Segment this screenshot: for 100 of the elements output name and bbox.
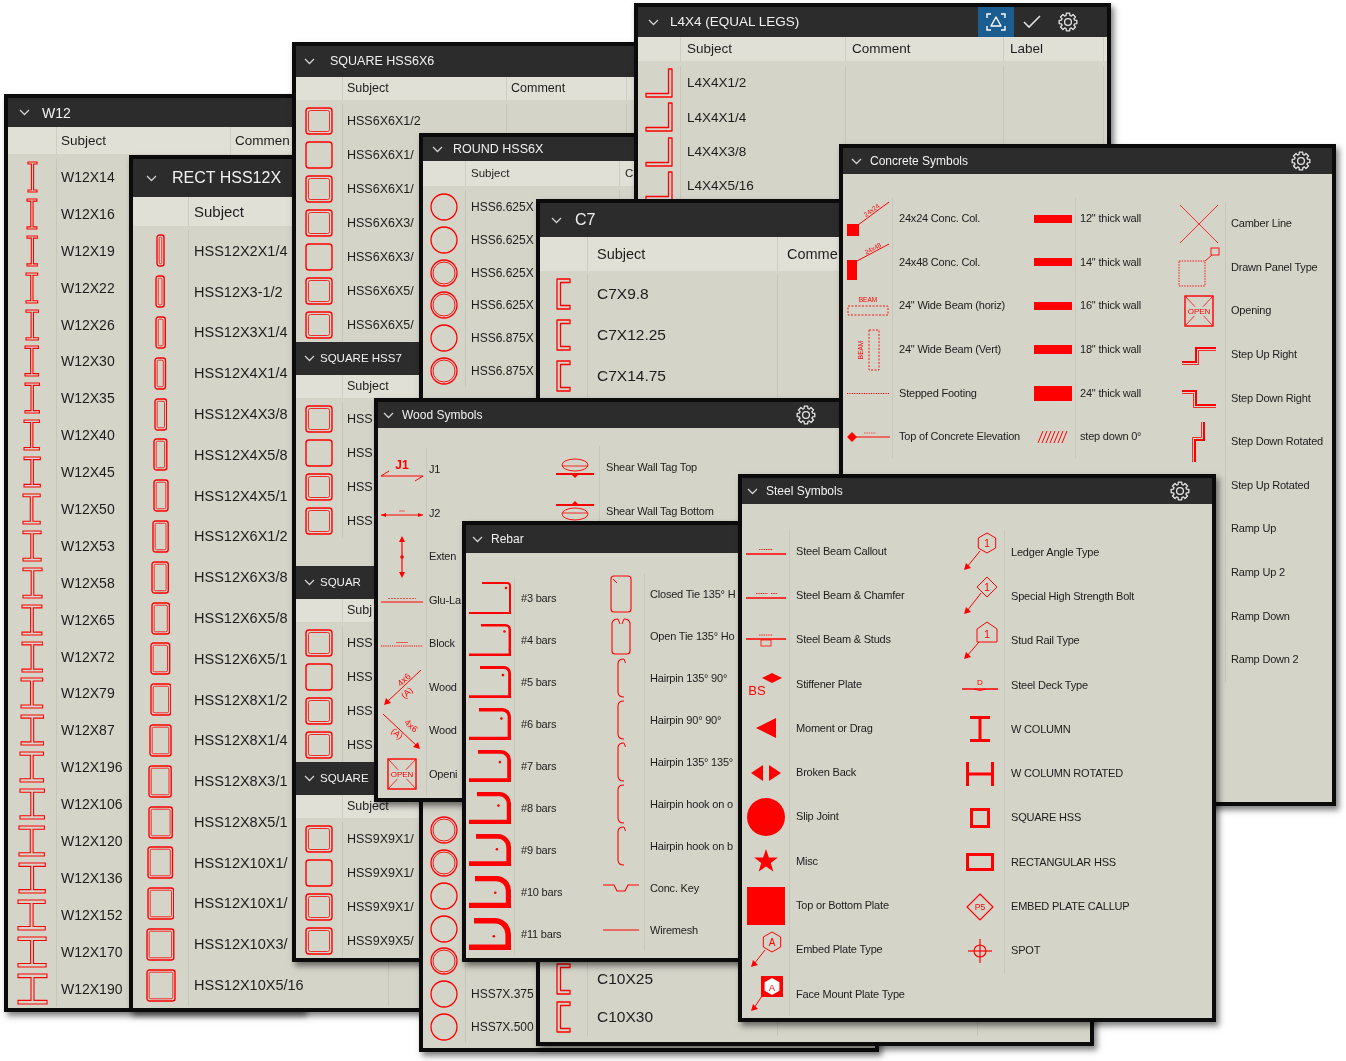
symbol-label: Opening	[1231, 305, 1272, 317]
table-cell: W12X50	[61, 501, 115, 516]
rect-tube-icon	[146, 887, 175, 921]
hairpin-icon	[616, 742, 626, 782]
tie-icon	[610, 575, 632, 613]
chevron-down-icon[interactable]	[747, 487, 758, 495]
settings-icon[interactable]	[1058, 12, 1078, 32]
beam-callout-icon	[745, 547, 786, 556]
table-cell: HSS12X8X5/1	[194, 814, 288, 830]
symbol-label: Glu-La	[429, 594, 461, 606]
wall-bar-icon	[1033, 214, 1072, 223]
table-cell: HSS	[347, 670, 373, 684]
panel-title: L4X4 (EQUAL LEGS)	[670, 15, 800, 29]
chevron-down-icon[interactable]	[551, 216, 562, 224]
settings-icon[interactable]	[796, 405, 816, 425]
frame-triangle-icon[interactable]	[986, 13, 1006, 31]
square-icon	[746, 886, 785, 925]
symbol-label: 14" thick wall	[1080, 256, 1142, 268]
chevron-down-icon[interactable]	[304, 775, 315, 782]
table-cell: L4X4X3/8	[687, 145, 747, 159]
settings-icon[interactable]	[1170, 481, 1190, 501]
settings-icon[interactable]	[1291, 151, 1311, 171]
column-header: Subject	[597, 246, 646, 262]
table-cell: W12X58	[61, 575, 115, 590]
h-beam-icon	[965, 761, 994, 786]
wall-bar-icon	[1033, 385, 1072, 401]
chevron-down-icon[interactable]	[19, 109, 30, 116]
symbol-label: SPOT	[1011, 945, 1041, 957]
column-header: Subject	[687, 42, 733, 56]
symbol-label: Step Down Right	[1231, 392, 1311, 404]
symbol-label: Steel Deck Type	[1011, 679, 1088, 691]
symbol-label: J2	[429, 507, 441, 519]
group-title: SQUARE	[320, 772, 369, 785]
table-cell: W12X65	[61, 612, 115, 627]
ring-icon	[430, 881, 458, 910]
table-cell: HSS6.625X	[471, 266, 534, 279]
table-cell: W12X106	[61, 797, 123, 812]
panel-title: C7	[575, 212, 596, 228]
table-cell: HSS12X8X1/2	[194, 692, 288, 707]
table-cell: HSS6.625X	[471, 299, 534, 312]
symbol-label: W COLUMN	[1011, 723, 1071, 735]
table-cell: HSS12X8X1/4	[194, 733, 288, 748]
symbol-label: Ramp Up	[1231, 523, 1277, 535]
symbol-label: #10 bars	[521, 886, 563, 898]
chevron-down-icon[interactable]	[146, 174, 157, 182]
chevron-down-icon[interactable]	[648, 18, 659, 26]
table-cell: HSS12X4X3/8	[194, 406, 288, 422]
angle-icon	[645, 136, 673, 167]
table-cell: L4X4X1/4	[687, 110, 747, 125]
symbol-label: #6 bars	[521, 718, 557, 730]
table-cell: HSS6X6X5/	[347, 284, 414, 298]
angle-icon	[645, 102, 673, 133]
chevron-down-icon[interactable]	[304, 355, 315, 362]
chevron-down-icon[interactable]	[432, 145, 443, 153]
table-cell: HSS7X.500	[471, 1021, 534, 1033]
group-title: SQUAR	[320, 576, 361, 589]
elevation-marker-icon	[845, 430, 890, 443]
table-cell: HSS	[347, 480, 373, 494]
symbol-label: Shear Wall Tag Top	[606, 462, 697, 474]
table-cell: HSS	[347, 738, 373, 752]
beam-callout-icon	[745, 632, 786, 647]
angle-icon	[645, 68, 673, 99]
table-cell: W12X40	[61, 428, 115, 443]
chevron-down-icon[interactable]	[851, 157, 862, 165]
symbol-label: Openi	[429, 768, 458, 780]
symbol-label: #9 bars	[521, 844, 557, 856]
i-beam-icon	[19, 751, 45, 784]
symbol-label: Camber Line	[1231, 218, 1292, 230]
rect-tube-icon	[151, 560, 170, 594]
symbol-label: Stepped Footing	[899, 387, 977, 399]
chevron-down-icon[interactable]	[304, 579, 315, 586]
table-cell: W12X14	[61, 169, 115, 184]
symbol-label: #7 bars	[521, 760, 557, 772]
symbol-label: W COLUMN ROTATED	[1011, 768, 1123, 780]
table-cell: HSS9X9X1/	[347, 832, 414, 846]
i-beam-icon	[18, 824, 46, 857]
rebar-hook-icon	[468, 749, 512, 783]
chevron-down-icon[interactable]	[304, 58, 315, 65]
panel-tag-icon	[1177, 247, 1220, 288]
symbol-label: Stud Rail Type	[1011, 635, 1080, 647]
chevron-down-icon[interactable]	[472, 535, 483, 543]
check-icon[interactable]	[1023, 15, 1041, 29]
dotted-line-icon	[380, 640, 424, 647]
table-cell: HSS6.625X	[471, 201, 534, 213]
beam-callout-icon	[745, 591, 786, 600]
rect-tube-icon	[154, 316, 167, 350]
symbol-label: #4 bars	[521, 634, 557, 646]
table-cell: C10X30	[597, 1009, 653, 1025]
square-tube-icon	[305, 731, 333, 759]
hairpin-icon	[616, 658, 626, 698]
table-cell: HSS12X10X1/	[194, 896, 288, 911]
panel-title: Rebar	[491, 533, 524, 545]
hairpin-icon	[616, 784, 626, 824]
symbol-label: Ramp Down 2	[1231, 654, 1299, 666]
i-beam-icon	[25, 271, 39, 304]
toolbar-button[interactable]	[978, 7, 1014, 37]
chevron-down-icon[interactable]	[383, 411, 394, 419]
table-cell: HSS	[347, 704, 373, 718]
table-cell: C7X9.8	[597, 286, 649, 302]
table-cell: W12X190	[61, 981, 123, 996]
